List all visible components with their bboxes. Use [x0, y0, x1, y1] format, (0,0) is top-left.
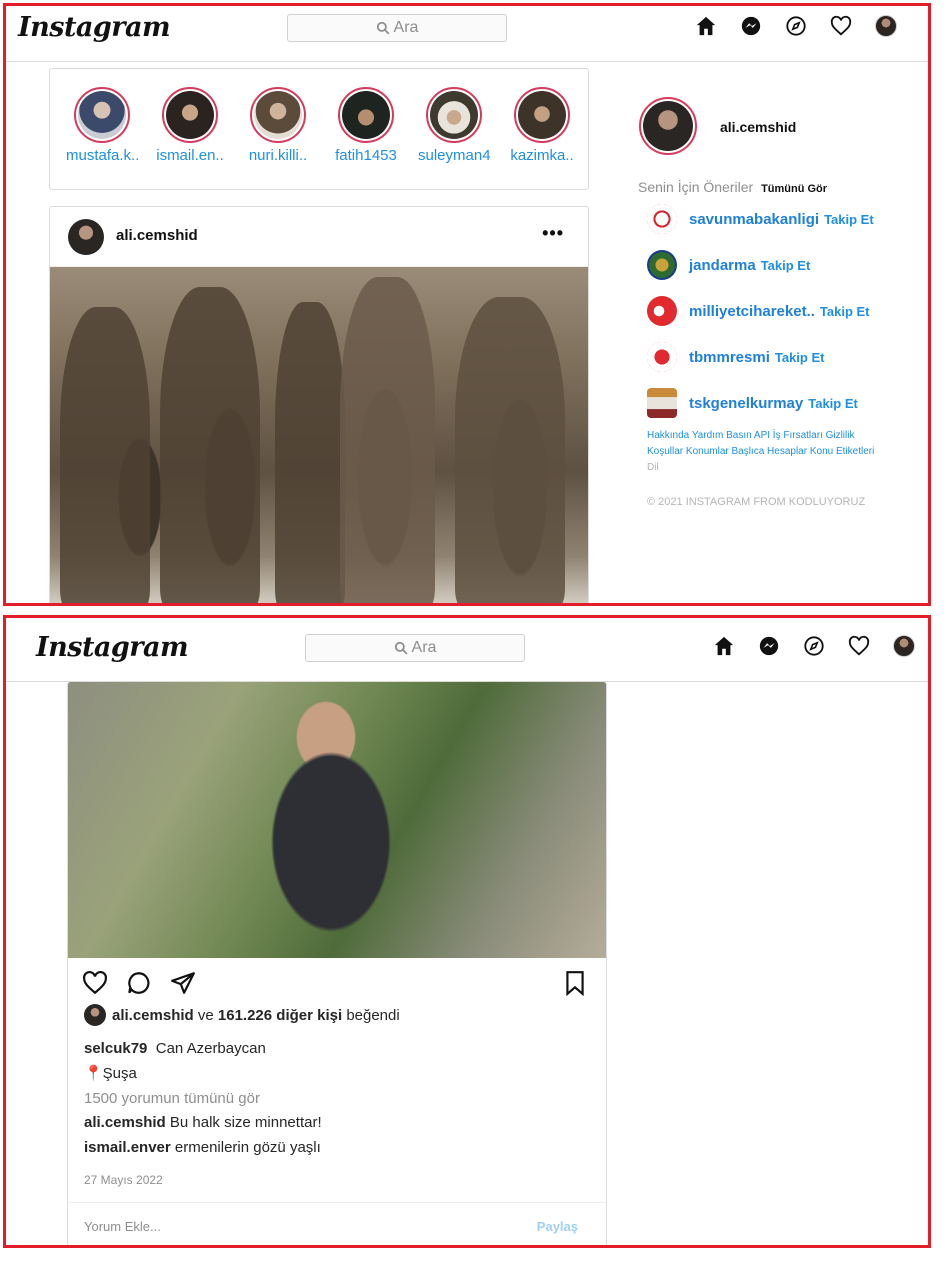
search-placeholder: Ara: [411, 639, 437, 656]
navbar: Instagram Ara: [6, 6, 928, 62]
post-username[interactable]: ali.cemshid: [116, 227, 198, 244]
heart-icon[interactable]: [829, 14, 853, 38]
heart-icon[interactable]: [847, 634, 871, 658]
suggestion-avatar[interactable]: [647, 388, 677, 418]
post-card: ali.cemshid ve 161.226 diğer kişi beğend…: [67, 682, 607, 1245]
liker-avatar[interactable]: [84, 1004, 106, 1026]
instagram-logo[interactable]: Instagram: [36, 632, 189, 663]
home-icon[interactable]: [694, 14, 718, 38]
screenshot-frame-bottom: Instagram Ara ali.cemshid ve 161.226 diğ…: [3, 615, 931, 1248]
nav-icons: [712, 634, 916, 658]
instagram-logo[interactable]: Instagram: [18, 12, 171, 43]
comment-bar: Paylaş: [68, 1202, 606, 1245]
suggestions-title: Senin İçin Öneriler: [638, 179, 754, 195]
profile-avatar[interactable]: [892, 634, 916, 658]
comment-item: ali.cemshid Bu halk size minnettar!: [84, 1114, 322, 1131]
explore-icon[interactable]: [802, 634, 826, 658]
suggestion-item: milliyetcihareket.. Takip Et: [647, 296, 870, 326]
story-item[interactable]: fatih1453: [330, 87, 402, 164]
messenger-icon[interactable]: [739, 14, 763, 38]
search-box[interactable]: Ara: [287, 14, 507, 42]
sidebar-avatar[interactable]: [639, 97, 697, 155]
follow-button[interactable]: Takip Et: [820, 304, 870, 319]
post-card: ali.cemshid •••: [49, 206, 589, 603]
suggestion-item: jandarma Takip Et: [647, 250, 810, 280]
like-heart-icon[interactable]: [82, 970, 108, 996]
suggestion-avatar[interactable]: [647, 296, 677, 326]
explore-icon[interactable]: [784, 14, 808, 38]
suggestion-avatar[interactable]: [647, 250, 677, 280]
language-link[interactable]: Dil: [647, 462, 659, 473]
share-icon[interactable]: [170, 970, 196, 996]
post-header: ali.cemshid •••: [50, 207, 588, 267]
post-actions: [68, 964, 606, 1004]
home-icon[interactable]: [712, 634, 736, 658]
suggestion-avatar[interactable]: [647, 204, 677, 234]
search-box[interactable]: Ara: [305, 634, 525, 662]
comment-input[interactable]: [84, 1219, 464, 1234]
footer-links[interactable]: Hakkında Yardım Basın API İş Fırsatları …: [647, 428, 887, 476]
messenger-icon[interactable]: [757, 634, 781, 658]
share-comment-button[interactable]: Paylaş: [537, 1219, 578, 1234]
bookmark-icon[interactable]: [562, 970, 588, 997]
post-location: 📍Şuşa: [84, 1065, 137, 1082]
post-avatar[interactable]: [68, 219, 104, 255]
story-item[interactable]: nuri.killi..: [242, 87, 314, 164]
follow-button[interactable]: Takip Et: [775, 350, 825, 365]
more-options-icon[interactable]: •••: [542, 223, 564, 244]
story-item[interactable]: ismail.en..: [154, 87, 226, 164]
screenshot-frame-top: Instagram Ara mustafa.k.. ismail.en.. nu…: [3, 3, 931, 606]
follow-button[interactable]: Takip Et: [808, 396, 858, 411]
comment-item: ismail.enver ermenilerin gözü yaşlı: [84, 1139, 321, 1156]
comment-icon[interactable]: [126, 970, 152, 996]
suggestion-avatar[interactable]: [647, 342, 677, 372]
profile-avatar[interactable]: [874, 14, 898, 38]
suggestion-item: savunmabakanligi Takip Et: [647, 204, 874, 234]
navbar: Instagram Ara: [6, 618, 928, 682]
story-item[interactable]: mustafa.k..: [66, 87, 138, 164]
nav-icons: [694, 14, 898, 38]
story-item[interactable]: suleyman4..: [418, 87, 490, 164]
stories-bar: mustafa.k.. ismail.en.. nuri.killi.. fat…: [49, 68, 589, 190]
copyright: © 2021 INSTAGRAM FROM KODLUYORUZ: [647, 496, 866, 508]
suggestion-item: tskgenelkurmay Takip Et: [647, 388, 858, 418]
story-item[interactable]: kazimka..: [506, 87, 578, 164]
search-placeholder: Ara: [393, 19, 419, 36]
likes-line: ali.cemshid ve 161.226 diğer kişi beğend…: [84, 1004, 400, 1026]
search-icon: [394, 641, 407, 655]
view-all-comments-link[interactable]: 1500 yorumun tümünü gör: [84, 1090, 260, 1107]
follow-button[interactable]: Takip Et: [824, 212, 874, 227]
post-photo[interactable]: [68, 682, 606, 958]
suggestion-item: tbmmresmi Takip Et: [647, 342, 824, 372]
sidebar-profile: ali.cemshid: [639, 97, 796, 155]
search-icon: [376, 21, 389, 35]
follow-button[interactable]: Takip Et: [761, 258, 811, 273]
post-photo[interactable]: [50, 267, 588, 603]
see-all-link[interactable]: Tümünü Gör: [761, 183, 827, 195]
suggestions-header: Senin İçin Öneriler Tümünü Gör: [638, 179, 827, 195]
post-caption: selcuk79 Can Azerbaycan: [84, 1040, 266, 1057]
sidebar-username[interactable]: ali.cemshid: [720, 119, 796, 135]
post-date: 27 Mayıs 2022: [84, 1173, 163, 1187]
